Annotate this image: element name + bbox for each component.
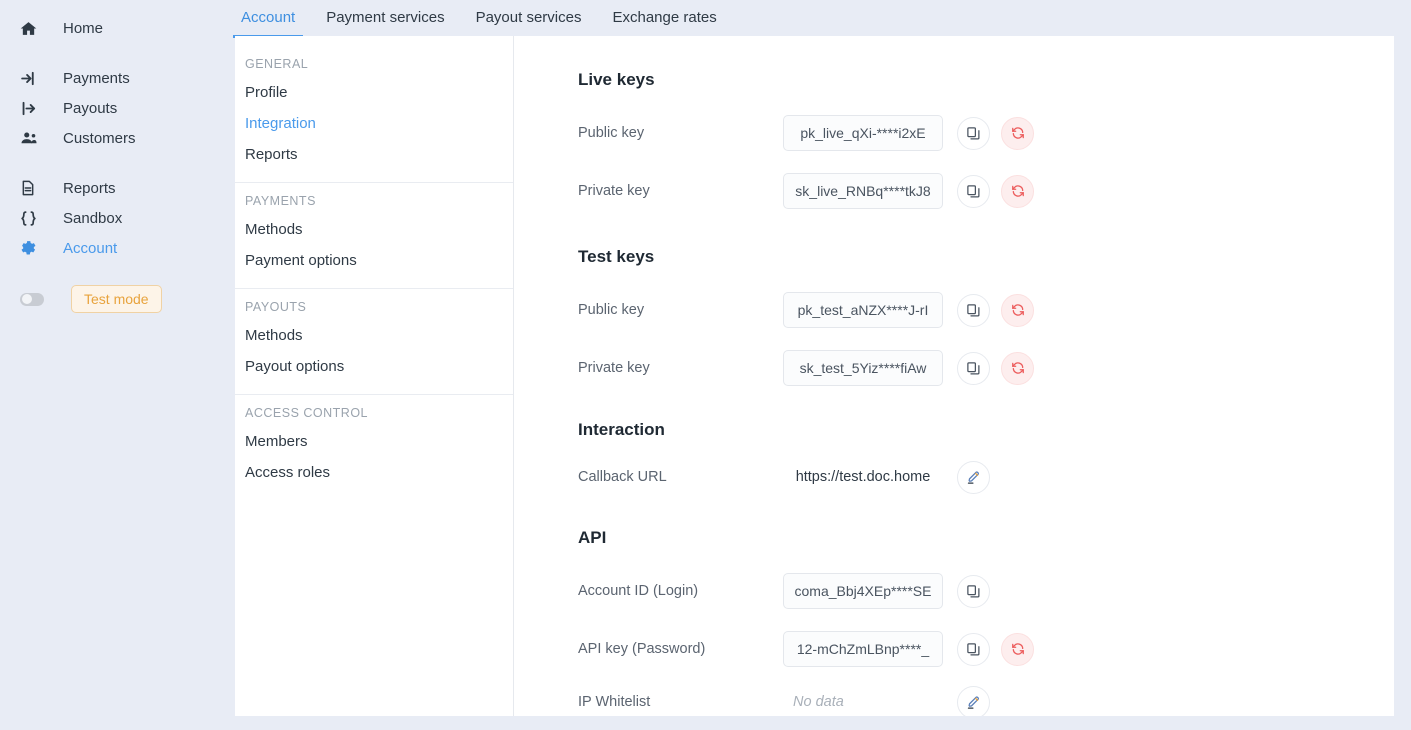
home-icon [20,18,44,38]
arrow-into-bracket-icon [20,68,44,88]
copy-live-private-key-button[interactable] [957,174,990,208]
ip-whitelist-value: No data [793,694,844,710]
tab-payout-services[interactable]: Payout services [476,9,582,38]
live-private-key-input[interactable]: sk_live_RNBq****tkJ8 [783,173,943,209]
copy-account-id-button[interactable] [957,574,990,608]
sidebar-item-home[interactable]: Home [0,13,220,43]
api-key-value: 12-mChZmLBnp****_ [796,641,930,657]
subnav-item-payout-options[interactable]: Payout options [235,351,513,382]
field-label: API key (Password) [578,641,706,657]
copy-test-private-key-button[interactable] [957,351,990,385]
sidebar-item-label: Home [63,19,104,37]
account-id-value: coma_Bbj4XEp****SE [794,583,932,599]
arrow-out-of-bracket-icon [20,98,44,118]
subnav-item-members[interactable]: Members [235,426,513,457]
subnav-group-access-control: ACCESS CONTROL Members Access roles [235,395,513,500]
sidebar-item-reports[interactable]: Reports [0,173,220,203]
edit-callback-url-button[interactable] [957,460,990,494]
sidebar-item-label: Reports [63,179,116,197]
test-mode-toggle[interactable] [20,292,44,306]
field-label: Public key [578,125,645,141]
regenerate-test-private-key-button[interactable] [1001,351,1034,385]
section-title-live-keys: Live keys [578,70,655,89]
live-private-key-value: sk_live_RNBq****tkJ8 [795,183,931,199]
test-private-key-input[interactable]: sk_test_5Yiz****fiAw [783,350,943,386]
field-test-private-key: Private key sk_test_5Yiz****fiAw [578,339,1394,397]
document-icon [20,178,44,198]
copy-api-key-button[interactable] [957,632,990,666]
regenerate-api-key-button[interactable] [1001,632,1034,666]
field-label: Public key [578,302,645,318]
test-public-key-input[interactable]: pk_test_aNZX****J-rI [783,292,943,328]
live-public-key-value: pk_live_qXi-****i2xE [800,125,926,141]
section-title-interaction: Interaction [578,420,665,439]
api-key-input[interactable]: 12-mChZmLBnp****_ [783,631,943,667]
subnav-item-integration[interactable]: Integration [235,108,513,139]
field-live-private-key: Private key sk_live_RNBq****tkJ8 [578,162,1394,220]
sidebar-item-payouts[interactable]: Payouts [0,93,220,123]
users-icon [20,128,44,148]
tab-account[interactable]: Account [232,9,304,38]
sidebar-item-customers[interactable]: Customers [0,123,220,153]
field-test-public-key: Public key pk_test_aNZX****J-rI [578,281,1394,339]
section-title-api: API [578,528,607,547]
section-title-test-keys: Test keys [578,247,655,266]
subnav-item-payment-options[interactable]: Payment options [235,245,513,276]
subnav-group-title: PAYMENTS [245,194,316,208]
sidebar-item-label: Payouts [63,99,118,117]
sidebar-item-payments[interactable]: Payments [0,63,220,93]
test-mode-badge[interactable]: Test mode [71,285,162,313]
subnav-item-reports[interactable]: Reports [235,139,513,170]
field-label: Callback URL [578,469,667,485]
subnav-group-title: PAYOUTS [245,300,307,314]
regenerate-test-public-key-button[interactable] [1001,293,1034,327]
field-callback-url: Callback URL https://test.doc.home [578,448,1394,506]
subnav-item-access-roles[interactable]: Access roles [235,457,513,488]
field-api-key: API key (Password) 12-mChZmLBnp****_ [578,620,1394,678]
subnav-group-payments: PAYMENTS Methods Payment options [235,183,513,289]
copy-live-public-key-button[interactable] [957,116,990,150]
gear-icon [20,238,44,258]
sidebar-item-label: Sandbox [63,209,123,227]
primary-sidebar: Home Payments Payouts Customers Reports … [0,0,220,730]
tab-payment-services[interactable]: Payment services [326,9,444,38]
regenerate-live-public-key-button[interactable] [1001,116,1034,150]
secondary-sidebar: GENERAL Profile Integration Reports PAYM… [235,36,514,716]
field-label: IP Whitelist [578,694,651,710]
sidebar-item-label: Account [63,239,118,257]
sidebar-item-sandbox[interactable]: Sandbox [0,203,220,233]
field-live-public-key: Public key pk_live_qXi-****i2xE [578,104,1394,162]
field-ip-whitelist: IP Whitelist No data [578,678,1394,716]
regenerate-live-private-key-button[interactable] [1001,174,1034,208]
subnav-item-payment-methods[interactable]: Methods [235,214,513,245]
account-id-input[interactable]: coma_Bbj4XEp****SE [783,573,943,609]
subnav-group-general: GENERAL Profile Integration Reports [235,46,513,183]
integration-settings-form: Live keys Public key pk_live_qXi-****i2x… [514,36,1394,716]
sidebar-item-label: Customers [63,129,136,147]
live-public-key-input[interactable]: pk_live_qXi-****i2xE [783,115,943,151]
sidebar-item-label: Payments [63,69,130,87]
subnav-group-title: GENERAL [245,57,309,71]
test-private-key-value: sk_test_5Yiz****fiAw [799,360,927,376]
field-label: Private key [578,183,650,199]
content-panel: GENERAL Profile Integration Reports PAYM… [235,36,1394,716]
sidebar-item-account[interactable]: Account [0,233,220,263]
subnav-item-payout-methods[interactable]: Methods [235,320,513,351]
curly-braces-icon [20,208,44,228]
copy-test-public-key-button[interactable] [957,293,990,327]
edit-ip-whitelist-button[interactable] [957,685,990,716]
callback-url-value: https://test.doc.home [795,469,931,485]
field-label: Private key [578,360,650,376]
subnav-group-payouts: PAYOUTS Methods Payout options [235,289,513,395]
subnav-group-title: ACCESS CONTROL [245,406,368,420]
tab-exchange-rates[interactable]: Exchange rates [612,9,716,38]
field-label: Account ID (Login) [578,583,699,599]
test-public-key-value: pk_test_aNZX****J-rI [797,302,929,318]
field-account-id: Account ID (Login) coma_Bbj4XEp****SE [578,562,1394,620]
test-mode-row: Test mode [0,285,220,313]
subnav-item-profile[interactable]: Profile [235,77,513,108]
top-tab-bar: Account Payment services Payout services… [220,0,1411,38]
